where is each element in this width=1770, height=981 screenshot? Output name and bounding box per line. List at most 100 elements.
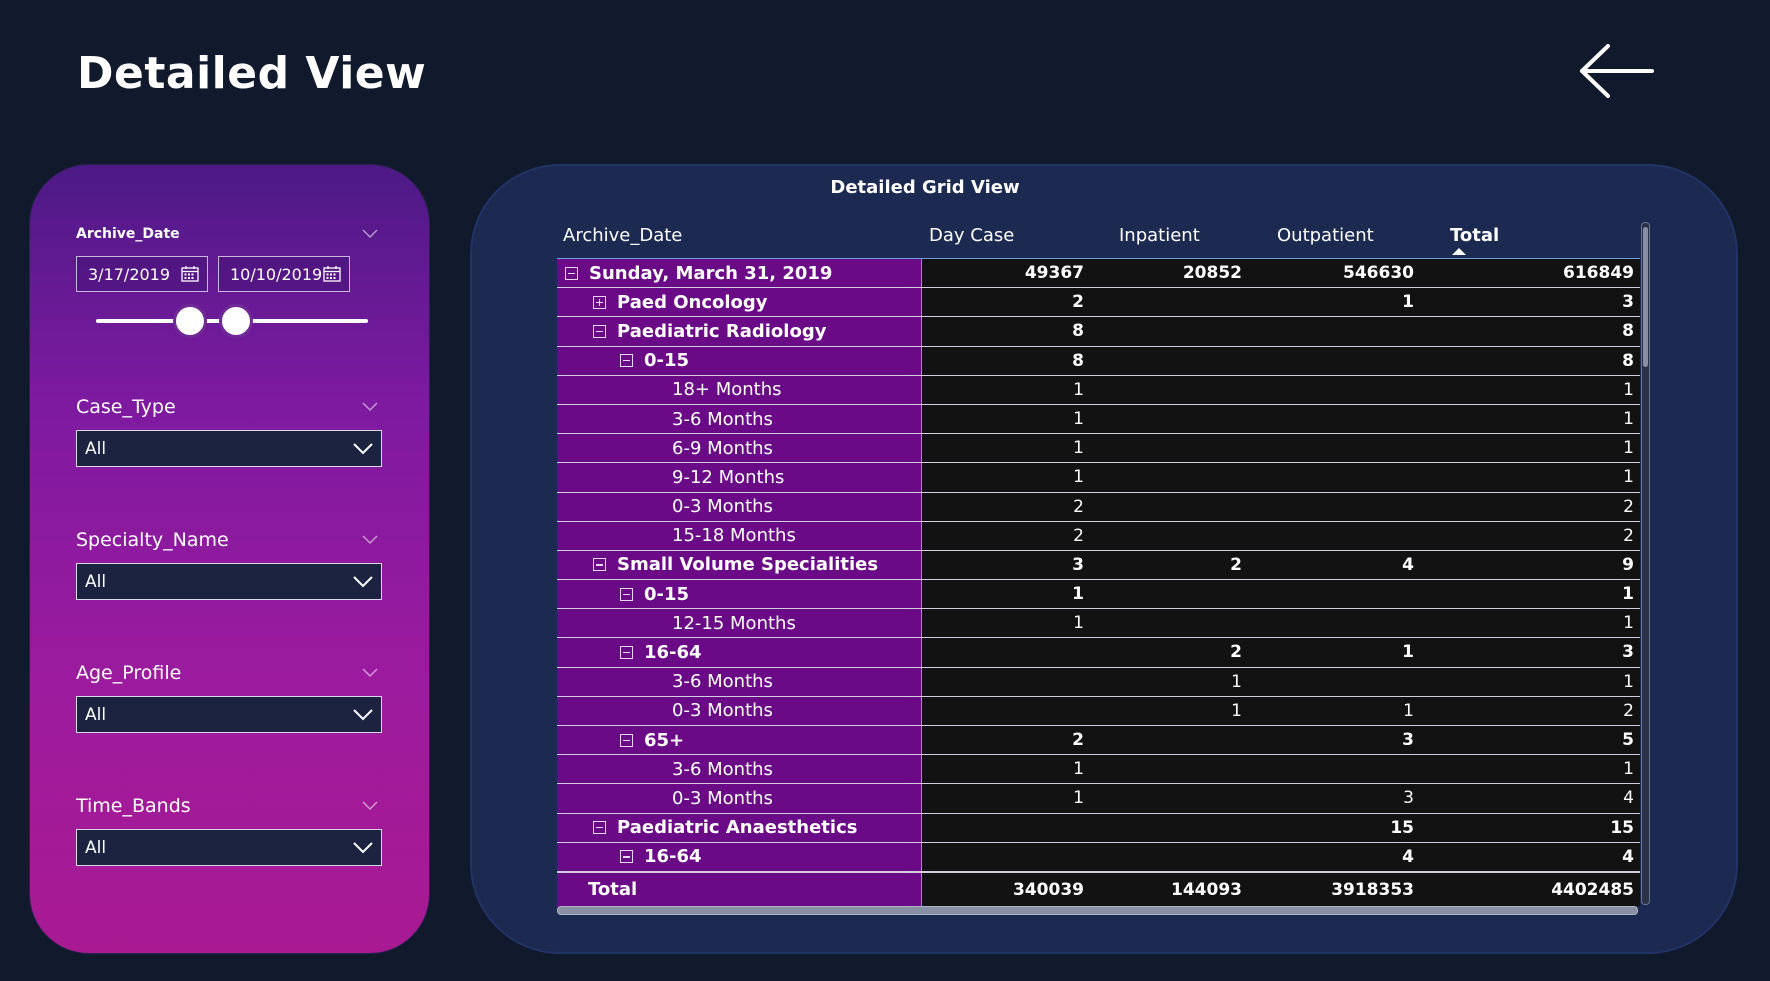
row-header-cell: 12-15 Months	[557, 609, 922, 638]
table-row[interactable]: 0-15 1 1	[557, 580, 1640, 610]
chevron-down-icon[interactable]	[362, 535, 378, 545]
calendar-icon[interactable]	[181, 266, 199, 282]
cell-outpatient: 4	[1402, 846, 1414, 867]
row-label: 0-3 Months	[672, 496, 773, 518]
table-row[interactable]: 65+ 2 3 5	[557, 726, 1640, 756]
chevron-down-icon[interactable]	[362, 668, 378, 678]
cell-day-case: 8	[1072, 321, 1084, 342]
row-header-cell: 15-18 Months	[557, 521, 922, 550]
back-arrow-icon	[1580, 44, 1654, 98]
archive-date-label: Archive_Date	[76, 226, 180, 242]
table-row[interactable]: 0-3 Months 2 2	[557, 492, 1640, 522]
table-row[interactable]: 16-64 4 4	[557, 842, 1640, 872]
column-header-outpatient[interactable]: Outpatient	[1277, 225, 1374, 246]
chevron-down-icon[interactable]	[362, 801, 378, 811]
chevron-down-icon[interactable]	[362, 229, 378, 239]
table-row[interactable]: 6-9 Months 1 1	[557, 434, 1640, 464]
table-row[interactable]: Paediatric Radiology 8 8	[557, 317, 1640, 347]
calendar-icon[interactable]	[323, 266, 341, 282]
table-row[interactable]: 3-6 Months 1 1	[557, 404, 1640, 435]
case-type-dropdown[interactable]: All	[76, 430, 382, 467]
table-row[interactable]: Small Volume Specialities 3 2 4 9	[557, 550, 1640, 581]
age-profile-value: All	[85, 704, 107, 725]
row-values: 11	[922, 463, 1640, 492]
row-header-cell: 18+ Months	[557, 375, 922, 404]
table-row[interactable]: 0-3 Months 1 1 2	[557, 696, 1640, 726]
row-header-cell: 3-6 Months	[557, 667, 922, 696]
column-header-inpatient[interactable]: Inpatient	[1119, 225, 1200, 246]
cell-day-case: 1	[1073, 438, 1084, 459]
table-row[interactable]: 18+ Months 1 1	[557, 375, 1640, 405]
grid-title: Detailed Grid View	[830, 177, 1020, 198]
column-header-total[interactable]: Total	[1450, 225, 1499, 246]
table-row[interactable]: 16-64 2 1 3	[557, 638, 1640, 668]
table-row[interactable]: 12-15 Months 1 1	[557, 609, 1640, 639]
column-header-archive-date[interactable]: Archive_Date	[563, 225, 682, 246]
case-type-label: Case_Type	[76, 396, 176, 418]
table-row[interactable]: 3-6 Months 1 1	[557, 755, 1640, 785]
vertical-scrollbar-thumb[interactable]	[1643, 227, 1648, 367]
age-profile-filter: Age_Profile All	[76, 660, 382, 733]
start-date-value: 3/17/2019	[88, 264, 171, 284]
expand-minus-icon[interactable]	[593, 324, 606, 338]
row-header-cell: 0-3 Months	[557, 784, 922, 813]
row-label: 6-9 Months	[672, 437, 773, 459]
column-header-day-case[interactable]: Day Case	[929, 225, 1014, 246]
cell-day-case: 1	[1072, 584, 1084, 605]
row-values: 44	[922, 842, 1640, 871]
row-header-cell: Paediatric Radiology	[557, 317, 922, 346]
table-row[interactable]: 3-6 Months 1 1	[557, 667, 1640, 697]
age-profile-dropdown[interactable]: All	[76, 696, 382, 733]
cell-total: 8	[1622, 321, 1634, 342]
row-values: 88	[922, 346, 1640, 375]
slider-end-handle[interactable]	[219, 304, 253, 338]
row-label: 15-18 Months	[672, 525, 796, 547]
row-header-cell: 65+	[557, 726, 922, 755]
row-label: Paediatric Radiology	[617, 320, 827, 342]
cell-total: 1	[1623, 438, 1634, 459]
expand-minus-icon[interactable]	[620, 850, 633, 864]
cell-total: 4	[1622, 846, 1634, 867]
expand-plus-icon[interactable]	[593, 295, 606, 309]
cell-inpatient: 20852	[1182, 263, 1242, 283]
expand-minus-icon[interactable]	[593, 821, 606, 835]
specialty-name-value: All	[85, 571, 107, 592]
expand-minus-icon[interactable]	[620, 587, 633, 601]
table-row[interactable]: Paediatric Anaesthetics 15 15	[557, 813, 1640, 843]
table-row[interactable]: 15-18 Months 2 2	[557, 521, 1640, 551]
expand-minus-icon[interactable]	[620, 733, 633, 747]
time-bands-dropdown[interactable]: All	[76, 829, 382, 866]
cell-day-case: 1	[1073, 759, 1084, 780]
expand-minus-icon[interactable]	[620, 646, 633, 660]
table-row[interactable]: 0-3 Months 1 3 4	[557, 784, 1640, 814]
specialty-name-label: Specialty_Name	[76, 529, 229, 551]
table-row[interactable]: 9-12 Months 1 1	[557, 463, 1640, 493]
expand-minus-icon[interactable]	[593, 558, 606, 572]
end-date-input[interactable]: 10/10/2019	[218, 256, 350, 292]
chevron-down-icon[interactable]	[362, 402, 378, 412]
cell-total: 9	[1622, 554, 1634, 575]
cell-day-case: 2	[1072, 730, 1084, 750]
time-bands-value: All	[85, 837, 107, 858]
cell-inpatient: 2	[1230, 642, 1242, 663]
row-header-cell: 3-6 Months	[557, 755, 922, 784]
row-values: 11	[922, 609, 1640, 638]
table-row[interactable]: 0-15 8 8	[557, 346, 1640, 376]
specialty-name-dropdown[interactable]: All	[76, 563, 382, 600]
row-label: 3-6 Months	[672, 408, 773, 430]
horizontal-scrollbar[interactable]	[557, 906, 1638, 915]
row-label: 3-6 Months	[672, 671, 773, 693]
expand-minus-icon[interactable]	[620, 354, 633, 368]
table-row[interactable]: Paed Oncology 2 1 3	[557, 288, 1640, 318]
cell-outpatient: 3	[1402, 730, 1414, 750]
expand-minus-icon[interactable]	[565, 266, 578, 280]
back-button[interactable]	[1572, 40, 1662, 102]
start-date-input[interactable]: 3/17/2019	[76, 256, 208, 292]
vertical-scrollbar[interactable]	[1641, 222, 1650, 905]
row-label: 0-3 Months	[672, 787, 773, 809]
slider-start-handle[interactable]	[173, 304, 207, 338]
cell-total: 4	[1623, 788, 1634, 809]
table-row[interactable]: Sunday, March 31, 2019 49367 20852 546630 61…	[557, 259, 1640, 289]
date-range-slider[interactable]	[76, 300, 382, 340]
cell-total: 1	[1623, 408, 1634, 429]
